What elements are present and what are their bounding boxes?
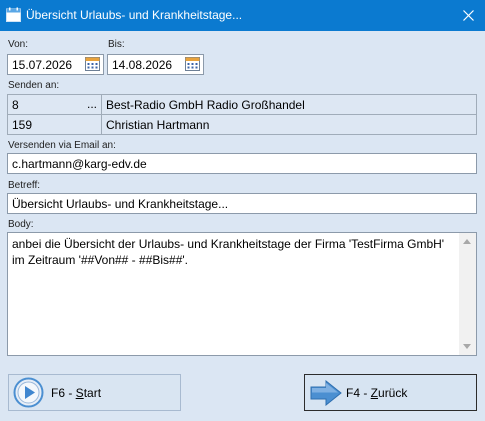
body-text: anbei die Übersicht der Urlaubs- und Kra… bbox=[12, 237, 445, 267]
bis-date-value: 14.08.2026 bbox=[112, 58, 173, 72]
recipient-name-cell: Best-Radio GmbH Radio Großhandel bbox=[101, 94, 477, 115]
recipient-id-cell[interactable]: 159 bbox=[7, 114, 102, 135]
recipient-lookup-button[interactable]: ... bbox=[87, 97, 97, 111]
von-date-value: 15.07.2026 bbox=[12, 58, 73, 72]
email-label: Versenden via Email an: bbox=[8, 140, 116, 151]
calendar-icon[interactable] bbox=[185, 57, 200, 71]
scroll-down-icon[interactable] bbox=[463, 344, 471, 349]
close-button[interactable] bbox=[451, 0, 485, 31]
email-value: c.hartmann@karg-edv.de bbox=[12, 157, 147, 171]
recipient-id: 8 bbox=[12, 98, 19, 112]
calendar-icon[interactable] bbox=[85, 57, 100, 71]
body-label: Body: bbox=[8, 219, 34, 230]
bis-date-field[interactable]: 14.08.2026 bbox=[107, 54, 204, 75]
body-textarea[interactable]: anbei die Übersicht der Urlaubs- und Kra… bbox=[7, 232, 477, 356]
recipient-name: Best-Radio GmbH Radio Großhandel bbox=[106, 98, 305, 112]
recipient-id: 159 bbox=[12, 118, 33, 132]
vertical-scrollbar[interactable] bbox=[459, 233, 476, 355]
back-button-label: F4 - Zurück bbox=[346, 385, 408, 400]
von-label: Von: bbox=[8, 39, 29, 50]
title-bar: Übersicht Urlaubs- und Krankheitstage... bbox=[0, 0, 485, 31]
arrow-right-icon bbox=[310, 379, 342, 406]
subject-value: Übersicht Urlaubs- und Krankheitstage... bbox=[12, 197, 229, 211]
window-title: Übersicht Urlaubs- und Krankheitstage... bbox=[26, 8, 243, 22]
email-field[interactable]: c.hartmann@karg-edv.de bbox=[7, 153, 477, 174]
subject-label: Betreff: bbox=[8, 180, 41, 191]
back-button[interactable]: F4 - Zurück bbox=[304, 374, 477, 411]
start-button-label: F6 - Start bbox=[51, 385, 102, 400]
recipient-name: Christian Hartmann bbox=[106, 118, 210, 132]
calendar-app-icon bbox=[6, 7, 21, 22]
start-button[interactable]: F6 - Start bbox=[8, 374, 181, 411]
recipient-name-cell: Christian Hartmann bbox=[101, 114, 477, 135]
subject-field[interactable]: Übersicht Urlaubs- und Krankheitstage... bbox=[7, 193, 477, 214]
play-circle-icon bbox=[13, 377, 44, 408]
scroll-up-icon[interactable] bbox=[463, 239, 471, 244]
senden-an-label: Senden an: bbox=[8, 80, 60, 91]
recipient-id-cell[interactable]: 8 ... bbox=[7, 94, 102, 115]
close-icon bbox=[462, 10, 474, 21]
bis-label: Bis: bbox=[108, 39, 125, 50]
von-date-field[interactable]: 15.07.2026 bbox=[7, 54, 104, 75]
